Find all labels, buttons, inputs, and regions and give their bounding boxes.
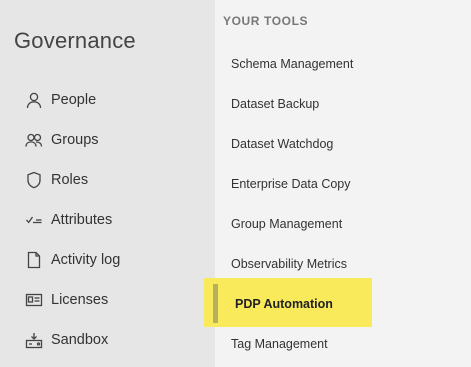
nav-label: Roles — [51, 172, 89, 188]
nav-item-people[interactable]: People — [25, 88, 195, 112]
nav-item-attributes[interactable]: Attributes — [25, 208, 195, 232]
nav-label: Attributes — [51, 212, 113, 228]
nav-item-licenses[interactable]: Licenses — [25, 288, 195, 312]
nav-label: Licenses — [51, 292, 109, 308]
sandbox-icon — [25, 330, 47, 350]
person-icon — [25, 90, 47, 110]
tool-dataset-watchdog[interactable]: Dataset Watchdog — [231, 133, 333, 155]
shield-icon — [25, 170, 47, 190]
nav-item-sandbox[interactable]: Sandbox — [25, 328, 195, 352]
nav-label: Sandbox — [51, 332, 109, 348]
tool-group-management[interactable]: Group Management — [231, 213, 342, 235]
tool-tag-management[interactable]: Tag Management — [231, 333, 328, 355]
nav-label: People — [51, 92, 97, 108]
group-icon — [25, 130, 47, 150]
document-icon — [25, 250, 47, 270]
id-card-icon — [25, 290, 47, 310]
tool-pdp-automation[interactable]: PDP Automation — [235, 293, 333, 315]
tool-enterprise-data-copy[interactable]: Enterprise Data Copy — [231, 173, 351, 195]
nav-label: Groups — [51, 132, 99, 148]
nav-item-activity-log[interactable]: Activity log — [25, 248, 195, 272]
tool-observability-metrics[interactable]: Observability Metrics — [231, 253, 347, 275]
tool-schema-management[interactable]: Schema Management — [231, 53, 353, 75]
nav-label: Activity log — [51, 252, 121, 268]
nav-item-groups[interactable]: Groups — [25, 128, 195, 152]
your-tools-heading: YOUR TOOLS — [223, 14, 309, 28]
selection-indicator-bar — [213, 284, 218, 323]
tool-dataset-backup[interactable]: Dataset Backup — [231, 93, 319, 115]
governance-title: Governance — [14, 28, 136, 53]
nav-item-roles[interactable]: Roles — [25, 168, 195, 192]
checklist-icon — [25, 210, 47, 230]
